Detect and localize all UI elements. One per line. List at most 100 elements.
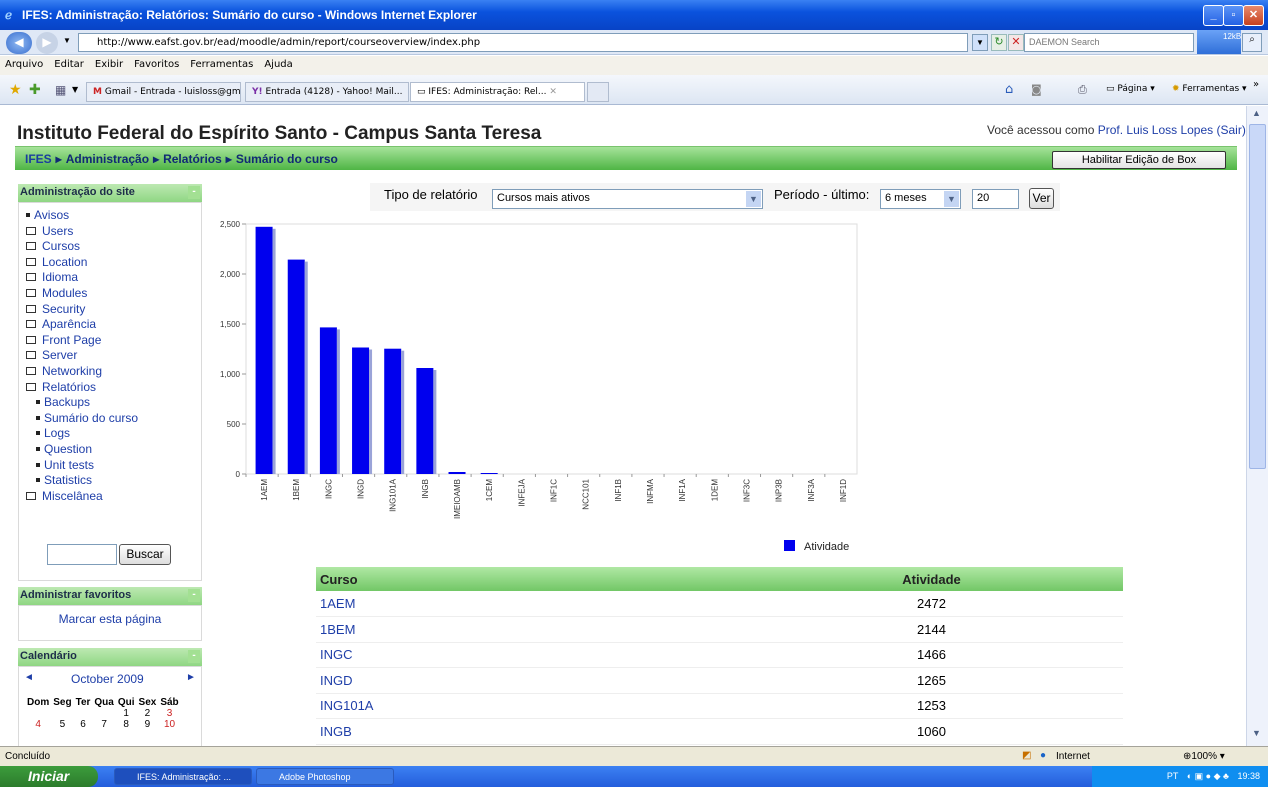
admin-tree-item[interactable]: Avisos bbox=[26, 208, 138, 224]
course-link[interactable]: INGB bbox=[316, 718, 740, 745]
block-search-input[interactable] bbox=[47, 544, 117, 565]
menu-favoritos[interactable]: Favoritos bbox=[129, 56, 185, 70]
calendar-day[interactable]: 2 bbox=[137, 708, 159, 719]
course-count-input[interactable]: 20 bbox=[972, 189, 1019, 209]
home-icon[interactable]: ⌂ bbox=[1005, 82, 1013, 97]
admin-tree-item[interactable]: Unit tests bbox=[26, 458, 138, 474]
start-button[interactable]: Iniciar bbox=[0, 766, 98, 787]
menu-exibir[interactable]: Exibir bbox=[90, 56, 129, 70]
admin-tree-link[interactable]: Users bbox=[42, 224, 73, 238]
admin-tree-link[interactable]: Modules bbox=[42, 286, 87, 300]
breadcrumb-administracao[interactable]: Administração bbox=[66, 152, 149, 166]
menu-ajuda[interactable]: Ajuda bbox=[259, 56, 298, 70]
scroll-up-icon[interactable]: ▲ bbox=[1252, 108, 1261, 118]
admin-tree-link[interactable]: Logs bbox=[44, 426, 70, 440]
maximize-button[interactable]: ▫ bbox=[1223, 5, 1244, 26]
admin-tree-item[interactable]: Location bbox=[26, 255, 138, 271]
toolbar-overflow-icon[interactable]: » bbox=[1253, 79, 1259, 90]
next-month-icon[interactable]: ► bbox=[186, 672, 196, 683]
back-button[interactable]: ◀ bbox=[6, 32, 32, 54]
admin-tree-link[interactable]: Aparência bbox=[42, 317, 96, 331]
view-button[interactable]: Ver bbox=[1029, 188, 1054, 209]
collapse-icon[interactable]: - bbox=[188, 650, 200, 663]
tab-ifes[interactable]: ▭ IFES: Administração: Rel... ✕ bbox=[410, 82, 585, 102]
admin-tree-item[interactable]: Idioma bbox=[26, 270, 138, 286]
tab-yahoo[interactable]: Y! Entrada (4128) - Yahoo! Mail... bbox=[245, 82, 409, 102]
course-link[interactable]: 1AEM bbox=[316, 591, 740, 617]
calendar-day[interactable]: 5 bbox=[51, 719, 73, 730]
prev-month-icon[interactable]: ◄ bbox=[24, 672, 34, 683]
scroll-down-icon[interactable]: ▼ bbox=[1252, 728, 1261, 738]
calendar-month[interactable]: October 2009 bbox=[71, 672, 144, 686]
admin-tree-link[interactable]: Front Page bbox=[42, 333, 101, 347]
admin-tree-link[interactable]: Networking bbox=[42, 364, 102, 378]
admin-tree-item[interactable]: Miscelânea bbox=[26, 489, 138, 505]
add-favorite-icon[interactable]: ✚ bbox=[29, 82, 41, 98]
admin-tree-item[interactable]: Question bbox=[26, 442, 138, 458]
course-link[interactable]: 1BEM bbox=[316, 616, 740, 643]
search-input[interactable]: DAEMON Search bbox=[1024, 33, 1194, 52]
admin-tree-link[interactable]: Avisos bbox=[34, 208, 69, 222]
admin-tree-link[interactable]: Location bbox=[42, 255, 87, 269]
admin-tree-item[interactable]: Statistics bbox=[26, 473, 138, 489]
admin-tree-item[interactable]: Security bbox=[26, 302, 138, 318]
calendar-day[interactable]: 10 bbox=[158, 719, 180, 730]
calendar-day[interactable]: 4 bbox=[25, 719, 51, 730]
minimize-button[interactable]: _ bbox=[1203, 5, 1224, 26]
url-dropdown-button[interactable]: ▼ bbox=[972, 34, 988, 51]
quick-tabs-icon[interactable]: ▦ bbox=[55, 83, 66, 97]
course-link[interactable]: INGD bbox=[316, 667, 740, 694]
taskbar-photoshop[interactable]: Adobe Photoshop bbox=[256, 768, 394, 785]
calendar-day[interactable]: 9 bbox=[137, 719, 159, 730]
history-dropdown-icon[interactable]: ▼ bbox=[63, 36, 71, 45]
calendar-day[interactable]: 7 bbox=[92, 719, 115, 730]
search-go-icon[interactable]: ⌕ bbox=[1242, 33, 1262, 52]
bookmark-page-link[interactable]: Marcar esta página bbox=[59, 612, 162, 626]
admin-tree-item[interactable]: Cursos bbox=[26, 239, 138, 255]
stop-button[interactable]: ✕ bbox=[1008, 34, 1024, 51]
tray-icons[interactable]: ◐ ▣ ● ◆ ♣ bbox=[1187, 771, 1229, 781]
report-type-select[interactable]: Cursos mais ativos ▼ bbox=[492, 189, 763, 209]
admin-tree-item[interactable]: Aparência bbox=[26, 317, 138, 333]
admin-tree-item[interactable]: Modules bbox=[26, 286, 138, 302]
print-icon[interactable]: ⎙ bbox=[1078, 83, 1087, 97]
menu-ferramentas[interactable]: Ferramentas bbox=[185, 56, 259, 70]
zoom-level[interactable]: ⊕100% ▾ bbox=[1183, 751, 1225, 762]
calendar-day[interactable]: 8 bbox=[116, 719, 137, 730]
admin-tree-item[interactable]: Logs bbox=[26, 426, 138, 442]
tools-menu[interactable]: ✹ Ferramentas ▾ bbox=[1172, 84, 1247, 94]
forward-button[interactable]: ▶ bbox=[36, 32, 58, 54]
admin-tree-item[interactable]: Sumário do curso bbox=[26, 411, 138, 427]
close-tab-icon[interactable]: ✕ bbox=[549, 87, 557, 97]
admin-tree-item[interactable]: Server bbox=[26, 348, 138, 364]
admin-tree-link[interactable]: Miscelânea bbox=[42, 489, 103, 503]
url-input[interactable]: http://www.eafst.gov.br/ead/moodle/admin… bbox=[78, 33, 968, 52]
close-window-button[interactable]: ✕ bbox=[1243, 5, 1264, 26]
admin-tree-item[interactable]: Users bbox=[26, 224, 138, 240]
menu-arquivo[interactable]: Arquivo bbox=[0, 56, 49, 70]
user-link[interactable]: Prof. Luis Loss Lopes bbox=[1098, 123, 1213, 137]
tab-gmail[interactable]: M Gmail - Entrada - luisloss@gm... bbox=[86, 82, 241, 102]
favorites-star-icon[interactable]: ★ bbox=[9, 82, 22, 98]
admin-tree-item[interactable]: Relatórios bbox=[26, 380, 138, 396]
course-link[interactable]: ING101A bbox=[316, 693, 740, 719]
calendar-day[interactable]: 6 bbox=[74, 719, 93, 730]
page-menu[interactable]: ▭ Página ▾ bbox=[1106, 84, 1155, 94]
feeds-icon[interactable]: ◙ bbox=[1031, 83, 1042, 96]
admin-tree-item[interactable]: Networking bbox=[26, 364, 138, 380]
block-search-button[interactable]: Buscar bbox=[119, 544, 171, 565]
admin-tree-link[interactable]: Idioma bbox=[42, 270, 78, 284]
admin-tree-link[interactable]: Security bbox=[42, 302, 85, 316]
admin-tree-item[interactable]: Front Page bbox=[26, 333, 138, 349]
menu-editar[interactable]: Editar bbox=[49, 56, 90, 70]
admin-tree-link[interactable]: Question bbox=[44, 442, 92, 456]
collapse-icon[interactable]: - bbox=[188, 186, 200, 199]
scroll-thumb[interactable] bbox=[1249, 124, 1266, 469]
admin-tree-link[interactable]: Statistics bbox=[44, 473, 92, 487]
refresh-button[interactable]: ↻ bbox=[991, 34, 1007, 51]
course-link[interactable]: INGC bbox=[316, 642, 740, 668]
taskbar-ie[interactable]: IFES: Administração: ... bbox=[114, 768, 252, 785]
logout-link[interactable]: (Sair) bbox=[1217, 123, 1246, 137]
period-select[interactable]: 6 meses ▼ bbox=[880, 189, 961, 209]
language-indicator[interactable]: PT bbox=[1167, 771, 1178, 781]
